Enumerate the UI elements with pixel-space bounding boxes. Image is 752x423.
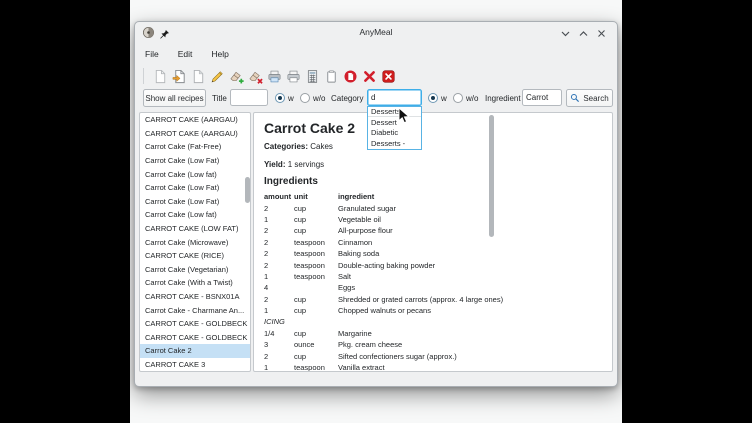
list-item[interactable]: CARROT CAKE (AARGAU): [140, 127, 250, 141]
list-item[interactable]: CARROT CAKE (LOW FAT): [140, 222, 250, 236]
ingredient-row: 2teaspoonCinnamon: [264, 237, 598, 248]
ingredient-row: 1teaspoonSalt: [264, 271, 598, 282]
title-without-radio[interactable]: w/o: [300, 89, 325, 107]
list-item[interactable]: Carrot Cake - Charmane An...: [140, 303, 250, 317]
dropdown-item[interactable]: Desserts -: [368, 138, 421, 148]
dropdown-item[interactable]: Dessert: [368, 117, 421, 127]
ingredients-table: amount unit ingredient 2cupGranulated su…: [264, 191, 598, 372]
list-item[interactable]: Carrot Cake (Vegetarian): [140, 263, 250, 277]
menubar: File Edit Help: [135, 44, 617, 64]
quit-icon[interactable]: [380, 68, 396, 84]
list-item[interactable]: CARROT CAKE (RICE): [140, 249, 250, 263]
ingredient-row: 2cupAll-purpose flour: [264, 225, 598, 236]
list-item[interactable]: CARROT CAKE 3: [140, 358, 250, 372]
ingredient-filter-label: Ingredient: [485, 89, 521, 107]
toolbar: [135, 64, 617, 88]
recipe-categories: Categories: Cakes: [264, 142, 333, 151]
maximize-button[interactable]: [576, 26, 591, 41]
anymeal-window: AnyMeal File Edit Help: [134, 21, 618, 387]
ingredient-row: 1cupChopped walnuts or pecans: [264, 305, 598, 316]
radio-circle-icon: [453, 93, 463, 103]
list-item[interactable]: Carrot Cake (With a Twist): [140, 276, 250, 290]
ingredient-section-label: ICING: [264, 316, 598, 327]
list-item[interactable]: CARROT CAKE (AARGAU): [140, 113, 250, 127]
mouse-cursor: [398, 107, 410, 129]
desktop: AnyMeal File Edit Help: [130, 0, 622, 423]
content-scrollbar[interactable]: [489, 115, 494, 237]
printer-icon[interactable]: [266, 68, 282, 84]
title-with-radio[interactable]: w: [275, 89, 294, 107]
import-document-icon[interactable]: [171, 68, 187, 84]
abort-icon[interactable]: [342, 68, 358, 84]
menu-edit[interactable]: Edit: [175, 47, 196, 61]
ingredient-row: 2cupShredded or grated carrots (approx. …: [264, 294, 598, 305]
ingredients-table-body: 2cupGranulated sugar1cupVegetable oil2cu…: [264, 202, 598, 372]
ingredient-row: 1/4cupMargarine: [264, 328, 598, 339]
radio-dot-icon: [275, 93, 285, 103]
show-all-recipes-button[interactable]: Show all recipes: [143, 89, 206, 107]
recipe-title: Carrot Cake 2: [264, 120, 355, 136]
export-document-icon[interactable]: [190, 68, 206, 84]
title-filter-label: Title: [212, 89, 227, 107]
eraser-remove-icon[interactable]: [247, 68, 263, 84]
menu-help[interactable]: Help: [208, 47, 231, 61]
list-item[interactable]: CARROT CAKE - GOLDBECK: [140, 331, 250, 345]
ingredient-row: 2cupSifted confectioners sugar (approx.): [264, 350, 598, 361]
category-with-radio[interactable]: w: [428, 89, 447, 107]
ingredient-filter-input[interactable]: [522, 89, 562, 106]
category-filter-input[interactable]: [367, 89, 422, 106]
radio-circle-icon: [300, 93, 310, 103]
radio-dot-icon: [428, 93, 438, 103]
list-item[interactable]: Carrot Cake (Low Fat): [140, 195, 250, 209]
category-without-radio[interactable]: w/o: [453, 89, 478, 107]
search-button[interactable]: Search: [566, 89, 613, 107]
list-item[interactable]: Carrot Cake (Low Fat): [140, 154, 250, 168]
ingredients-table-header: amount unit ingredient: [264, 191, 598, 202]
new-document-icon[interactable]: [152, 68, 168, 84]
ingredient-row: 1cupVegetable oil: [264, 214, 598, 225]
dropdown-item[interactable]: Diabetic: [368, 128, 421, 138]
ingredient-row: 2teaspoonBaking soda: [264, 248, 598, 259]
list-item[interactable]: Carrot Cake (Microwave): [140, 235, 250, 249]
toolbar-handle[interactable]: [143, 68, 145, 84]
list-item[interactable]: Carrot Cake (Low fat): [140, 208, 250, 222]
menu-file[interactable]: File: [142, 47, 162, 61]
list-item[interactable]: CARROT CAKE - BSNX01A: [140, 290, 250, 304]
ingredient-row: 2cupGranulated sugar: [264, 202, 598, 213]
list-scrollbar[interactable]: [245, 177, 250, 203]
calculator-icon[interactable]: [304, 68, 320, 84]
list-item[interactable]: Carrot Cake 2: [140, 344, 250, 358]
list-item[interactable]: Carrot Cake (Low fat): [140, 167, 250, 181]
clipboard-icon[interactable]: [323, 68, 339, 84]
list-item[interactable]: Carrot Cake (Low Fat): [140, 181, 250, 195]
category-dropdown[interactable]: DessertsDessertDiabeticDesserts -: [367, 106, 422, 150]
close-button[interactable]: [594, 26, 609, 41]
recipe-list[interactable]: CARROT CAKE (AARGAU)CARROT CAKE (AARGAU)…: [139, 112, 251, 372]
window-title: AnyMeal: [135, 27, 617, 37]
ingredients-heading: Ingredients: [264, 176, 318, 187]
recipe-yield: Yield: 1 servings: [264, 160, 324, 169]
printer-preview-icon[interactable]: [285, 68, 301, 84]
pencil-edit-icon[interactable]: [209, 68, 225, 84]
list-item[interactable]: Carrot Cake (Fat-Free): [140, 140, 250, 154]
list-item[interactable]: CARROT CAKE - GOLDBECK: [140, 317, 250, 331]
ingredient-row: 1teaspoonVanilla extract: [264, 362, 598, 372]
red-cross-icon[interactable]: [361, 68, 377, 84]
titlebar[interactable]: AnyMeal: [135, 22, 617, 44]
category-filter-label: Category: [331, 89, 363, 107]
title-filter-input[interactable]: [230, 89, 268, 106]
ingredient-row: 3ouncePkg. cream cheese: [264, 339, 598, 350]
eraser-add-icon[interactable]: [228, 68, 244, 84]
search-icon: [570, 93, 580, 103]
recipe-view: Carrot Cake 2 Categories: Cakes Yield: 1…: [253, 112, 613, 372]
ingredient-row: 4Eggs: [264, 282, 598, 293]
ingredient-row: 2teaspoonDouble-acting baking powder: [264, 259, 598, 270]
minimize-button[interactable]: [558, 26, 573, 41]
dropdown-item[interactable]: Desserts: [368, 107, 421, 117]
